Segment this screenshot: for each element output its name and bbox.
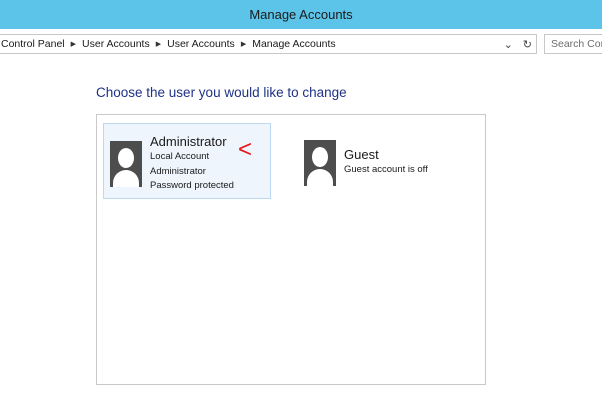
- address-bar[interactable]: Control Panel ▶ User Accounts ▶ User Acc…: [0, 34, 537, 54]
- breadcrumb-user-accounts[interactable]: User Accounts: [80, 38, 152, 50]
- account-tile-guest[interactable]: Guest Guest account is off: [302, 135, 462, 187]
- breadcrumb-arrow-icon[interactable]: ▶: [67, 40, 80, 48]
- accounts-panel: Administrator Local Account Administrato…: [96, 114, 486, 385]
- user-avatar-icon: [110, 141, 142, 187]
- search-input[interactable]: Search Control Panel: [544, 34, 602, 54]
- window-title: Manage Accounts: [249, 7, 353, 22]
- breadcrumb-arrow-icon[interactable]: ▶: [152, 40, 165, 48]
- account-role: Administrator: [150, 165, 206, 177]
- refresh-icon[interactable]: ↻: [523, 38, 532, 51]
- breadcrumb-arrow-icon[interactable]: ▶: [237, 40, 250, 48]
- breadcrumb-control-panel[interactable]: Control Panel: [0, 38, 67, 50]
- breadcrumb-manage-accounts[interactable]: Manage Accounts: [250, 38, 337, 50]
- breadcrumb-user-accounts-sub[interactable]: User Accounts: [165, 38, 237, 50]
- chevron-down-icon[interactable]: ⌄: [504, 38, 513, 51]
- address-controls: ⌄ ↻: [504, 35, 532, 53]
- account-name: Administrator: [150, 134, 227, 149]
- user-avatar-icon: [304, 140, 336, 186]
- account-type: Local Account: [150, 151, 210, 162]
- account-info: Administrator Local Account Administrato…: [150, 124, 234, 198]
- account-status: Guest account is off: [344, 164, 428, 175]
- account-info: Guest Guest account is off: [344, 135, 428, 187]
- account-password-status: Password protected: [150, 180, 234, 191]
- account-name: Guest: [344, 147, 379, 162]
- page-heading: Choose the user you would like to change: [96, 85, 347, 100]
- title-bar: Manage Accounts: [0, 0, 602, 29]
- annotation-arrow: <: [238, 136, 253, 163]
